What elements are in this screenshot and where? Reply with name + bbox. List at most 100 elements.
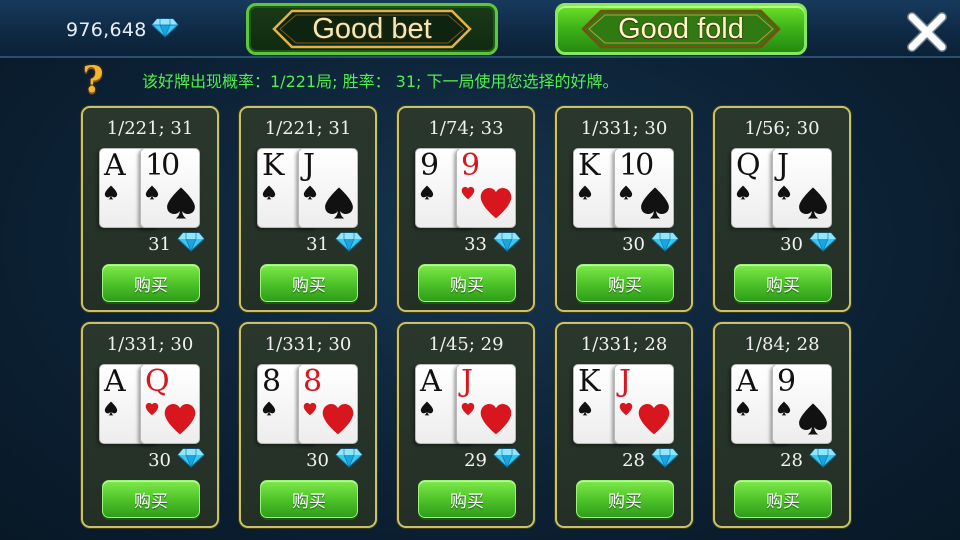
card-rank: A: [736, 364, 758, 399]
spade-icon: [145, 185, 159, 204]
hand-option-panel[interactable]: 1/84; 28 A 9 28 购买: [713, 322, 851, 528]
buy-button[interactable]: 购买: [576, 480, 674, 518]
hand-option-panel[interactable]: 1/221; 31 K J 31 购买: [239, 106, 377, 312]
spade-icon: [578, 401, 592, 420]
buy-button[interactable]: 购买: [102, 480, 200, 518]
playing-card: 10: [614, 148, 674, 228]
playing-card: Q: [140, 364, 200, 444]
playing-card: 9: [772, 364, 832, 444]
card-rank: 9: [461, 148, 480, 183]
buy-button[interactable]: 购买: [102, 264, 200, 302]
spade-icon: [165, 186, 197, 224]
diamond-icon: [809, 232, 837, 257]
buy-button[interactable]: 购买: [418, 264, 516, 302]
card-rank: 8: [262, 364, 281, 399]
hand-odds: 1/331; 30: [106, 334, 194, 355]
hand-option-panel[interactable]: 1/221; 31 A 10 31 购买: [81, 106, 219, 312]
buy-button[interactable]: 购买: [260, 264, 358, 302]
buy-button[interactable]: 购买: [734, 264, 832, 302]
buy-button[interactable]: 购买: [576, 264, 674, 302]
price-amount: 31: [306, 234, 329, 255]
price-amount: 30: [148, 450, 171, 471]
balance-display: 976,648: [66, 17, 179, 43]
diamond-icon: [335, 232, 363, 257]
hand-price: 29: [399, 448, 533, 473]
heart-icon: [637, 402, 671, 440]
hand-price: 31: [83, 232, 217, 257]
hand-price: 33: [399, 232, 533, 257]
hand-option-panel[interactable]: 1/331; 30 K 10 30 购买: [555, 106, 693, 312]
spade-icon: [323, 186, 355, 224]
heart-icon: [479, 186, 513, 224]
card-rank: K: [262, 148, 284, 183]
card-rank: 9: [777, 364, 796, 399]
spade-icon: [104, 185, 118, 204]
diamond-icon: [335, 448, 363, 473]
spade-icon: [736, 185, 750, 204]
hand-option-panel[interactable]: 1/45; 29 A J 29 购买: [397, 322, 535, 528]
good-bet-tab[interactable]: Good bet: [246, 3, 498, 55]
heart-icon: [163, 402, 197, 440]
good-fold-tab[interactable]: Good fold: [555, 3, 807, 55]
hand-odds: 1/221; 31: [264, 118, 352, 139]
playing-card: J: [456, 364, 516, 444]
price-amount: 30: [306, 450, 329, 471]
diamond-icon: [177, 232, 205, 257]
buy-button[interactable]: 购买: [260, 480, 358, 518]
heart-icon: [461, 401, 475, 420]
hand-price: 30: [241, 448, 375, 473]
playing-card: J: [772, 148, 832, 228]
good-fold-frame: Good fold: [581, 9, 781, 49]
card-rank: 8: [303, 364, 322, 399]
card-rank: Q: [145, 364, 170, 399]
top-bar: 976,648 Good bet Good fold: [0, 0, 960, 58]
hand-option-panel[interactable]: 1/331; 30 8 8 30 购买: [239, 322, 377, 528]
hand-odds: 1/221; 31: [106, 118, 194, 139]
card-rank: 10: [145, 148, 180, 183]
spade-icon: [420, 185, 434, 204]
spade-icon: [619, 185, 633, 204]
hand-odds: 1/74; 33: [428, 118, 504, 139]
diamond-icon: [150, 18, 179, 43]
heart-icon: [479, 402, 513, 440]
spade-icon: [104, 401, 118, 420]
card-rank: 10: [619, 148, 654, 183]
spade-icon: [736, 401, 750, 420]
hand-price: 30: [557, 232, 691, 257]
price-amount: 28: [622, 450, 645, 471]
diamond-icon: [177, 448, 205, 473]
close-icon[interactable]: [906, 11, 948, 53]
card-rank: J: [777, 148, 789, 183]
hand-price: 28: [557, 448, 691, 473]
hand-odds: 1/331; 30: [264, 334, 352, 355]
buy-button[interactable]: 购买: [734, 480, 832, 518]
price-amount: 33: [464, 234, 487, 255]
good-bet-label: Good bet: [312, 12, 432, 45]
price-amount: 28: [780, 450, 803, 471]
spade-icon: [303, 185, 317, 204]
card-rank: Q: [736, 148, 761, 183]
spade-icon: [262, 401, 276, 420]
spade-icon: [639, 186, 671, 224]
spade-icon: [578, 185, 592, 204]
question-mark-icon[interactable]: ?: [78, 60, 108, 100]
hand-option-panel[interactable]: 1/331; 28 K J 28 购买: [555, 322, 693, 528]
spade-icon: [420, 401, 434, 420]
hand-odds: 1/331; 30: [580, 118, 668, 139]
balance-amount: 976,648: [66, 19, 147, 41]
hand-option-panel[interactable]: 1/74; 33 9 9 33 购买: [397, 106, 535, 312]
hand-option-panel[interactable]: 1/331; 30 A Q 30 购买: [81, 322, 219, 528]
card-rank: K: [578, 148, 600, 183]
buy-button[interactable]: 购买: [418, 480, 516, 518]
heart-icon: [619, 401, 633, 420]
info-text: 该好牌出现概率：1/221局; 胜率： 31; 下一局使用您选择的好牌。: [142, 72, 619, 91]
diamond-icon: [809, 448, 837, 473]
price-amount: 31: [148, 234, 171, 255]
diamond-icon: [651, 448, 679, 473]
spade-icon: [262, 185, 276, 204]
spade-icon: [797, 186, 829, 224]
heart-icon: [303, 401, 317, 420]
hand-option-panel[interactable]: 1/56; 30 Q J 30 购买: [713, 106, 851, 312]
diamond-icon: [493, 448, 521, 473]
spade-icon: [777, 401, 791, 420]
